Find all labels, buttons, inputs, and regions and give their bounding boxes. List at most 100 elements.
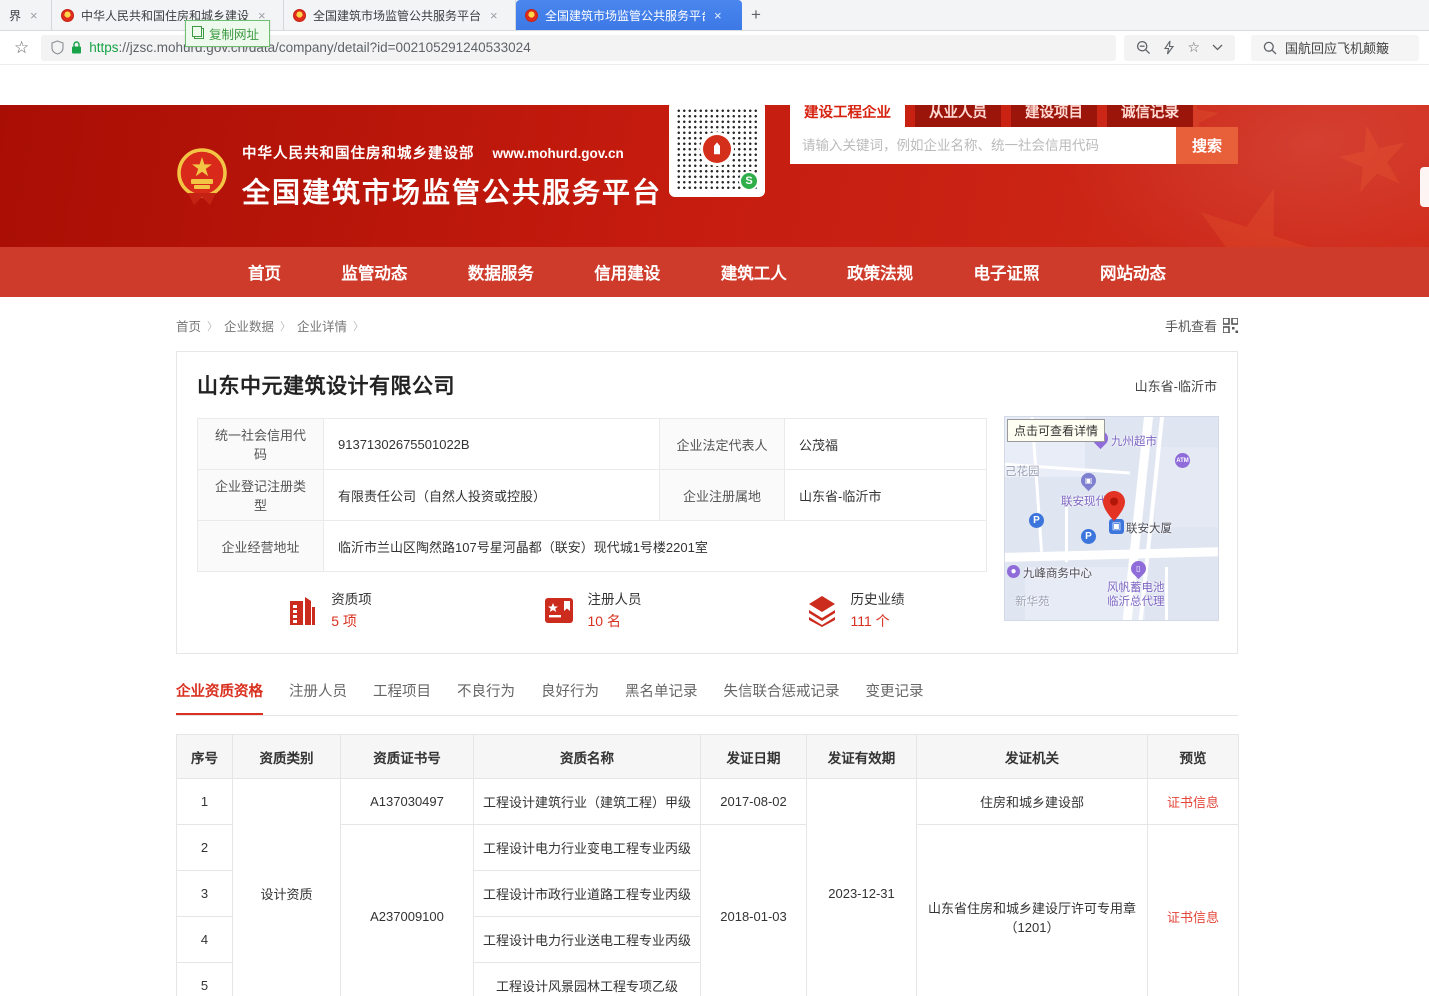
close-icon[interactable]: × bbox=[490, 8, 498, 23]
credit-code-label: 统一社会信用代码 bbox=[198, 419, 324, 470]
col-issue-date: 发证日期 bbox=[701, 735, 807, 779]
breadcrumb-separator: 〉 bbox=[207, 318, 218, 334]
url-scheme: https bbox=[89, 40, 118, 55]
url-text[interactable]: https://jzsc.mohurd.gov.cn/data/company/… bbox=[89, 40, 530, 55]
company-card: 山东中元建筑设计有限公司 山东省-临沂市 统一社会信用代码 9137130267… bbox=[176, 351, 1238, 654]
table-row: 1 设计资质 A137030497 工程设计建筑行业（建筑工程）甲级 2017-… bbox=[177, 779, 1239, 825]
qual-name-cell: 工程设计电力行业送电工程专业丙级 bbox=[474, 917, 701, 963]
search-button[interactable]: 搜索 bbox=[1176, 127, 1238, 164]
qr-code-icon bbox=[1223, 318, 1238, 333]
seq-cell: 1 bbox=[177, 779, 233, 825]
map-label-xinhua: 新华苑 bbox=[1015, 593, 1050, 609]
issue-date-cell: 2018-01-03 bbox=[701, 825, 807, 996]
ministry-name: 中华人民共和国住房和城乡建设部 bbox=[242, 142, 475, 163]
zoom-out-icon[interactable] bbox=[1136, 40, 1151, 55]
tower-poi-icon: ▣ bbox=[1109, 519, 1124, 534]
favorite-star-icon[interactable]: ☆ bbox=[1187, 39, 1200, 56]
browser-tab-partial[interactable]: 界 × bbox=[0, 0, 52, 30]
reg-region-value: 山东省-临沂市 bbox=[785, 470, 987, 521]
stat-value: 10 名 bbox=[588, 611, 642, 631]
col-seq: 序号 bbox=[177, 735, 233, 779]
tab-title: 界 bbox=[9, 7, 21, 24]
qr-code: S bbox=[669, 105, 765, 197]
valid-until-cell: 2023-12-31 bbox=[807, 779, 917, 996]
mobile-view[interactable]: 手机查看 bbox=[1165, 316, 1238, 335]
browser-tab-active[interactable]: 全国建筑市场监管公共服务平台 × bbox=[516, 0, 742, 30]
map-label-garden: 己花园 bbox=[1005, 463, 1040, 479]
search-tab-enterprise[interactable]: 建设工程企业 bbox=[790, 105, 905, 127]
copy-url-tooltip: 复制网址 bbox=[185, 20, 270, 47]
company-region: 山东省-临沂市 bbox=[1135, 370, 1217, 395]
emblem-favicon-icon bbox=[61, 9, 74, 22]
reg-type-label: 企业登记注册类型 bbox=[198, 470, 324, 521]
nav-item-workers[interactable]: 建筑工人 bbox=[721, 260, 787, 284]
flash-icon[interactable] bbox=[1163, 40, 1175, 55]
side-float-widget[interactable] bbox=[1420, 167, 1429, 207]
new-tab-button[interactable]: + bbox=[742, 0, 770, 30]
close-icon[interactable]: × bbox=[30, 8, 38, 23]
tab-good-behavior[interactable]: 良好行为 bbox=[541, 680, 599, 715]
close-icon[interactable]: × bbox=[714, 8, 722, 23]
qual-name-cell: 工程设计风景园林工程专项乙级 bbox=[474, 963, 701, 996]
certificate-icon bbox=[542, 593, 576, 627]
tab-qualifications[interactable]: 企业资质资格 bbox=[176, 680, 263, 715]
map-label-tower: 联安大厦 bbox=[1126, 520, 1172, 536]
cert-no-cell: A237009100 bbox=[341, 825, 474, 996]
stat-value: 5 项 bbox=[331, 611, 372, 631]
nav-item-home[interactable]: 首页 bbox=[248, 260, 281, 284]
company-stats: 资质项 5 项 注册人员 10 名 bbox=[197, 588, 986, 631]
col-category: 资质类别 bbox=[233, 735, 341, 779]
tab-changes[interactable]: 变更记录 bbox=[866, 680, 924, 715]
stat-personnel[interactable]: 注册人员 10 名 bbox=[460, 588, 723, 631]
certificate-info-link[interactable]: 证书信息 bbox=[1167, 795, 1219, 810]
breadcrumb-home[interactable]: 首页 bbox=[176, 316, 201, 335]
search-icon bbox=[1263, 41, 1277, 55]
nav-item-news[interactable]: 网站动态 bbox=[1100, 260, 1166, 284]
chevron-down-icon[interactable] bbox=[1212, 44, 1223, 51]
reg-type-value: 有限责任公司（自然人投资或控股） bbox=[324, 470, 660, 521]
search-tab-personnel[interactable]: 从业人员 bbox=[915, 105, 1001, 127]
quick-search-text: 国航回应飞机颠簸 bbox=[1285, 38, 1389, 57]
building-icon bbox=[285, 593, 319, 627]
search-tab-credit[interactable]: 诚信记录 bbox=[1107, 105, 1193, 127]
browser-quick-search[interactable]: 国航回应飞机颠簸 bbox=[1251, 35, 1419, 61]
map-pin-icon bbox=[1103, 491, 1125, 521]
parking-icon: P bbox=[1081, 529, 1096, 544]
nav-item-data[interactable]: 数据服务 bbox=[468, 260, 534, 284]
bookmark-star-icon[interactable]: ☆ bbox=[14, 38, 29, 58]
stat-qualifications[interactable]: 资质项 5 项 bbox=[197, 588, 460, 631]
wechat-icon: S bbox=[739, 171, 759, 191]
category-cell: 设计资质 bbox=[233, 779, 341, 996]
stat-label: 历史业绩 bbox=[851, 588, 905, 608]
map-road bbox=[1165, 567, 1168, 621]
shield-icon[interactable] bbox=[51, 40, 64, 55]
certificate-info-link[interactable]: 证书信息 bbox=[1167, 910, 1219, 925]
nav-item-credit[interactable]: 信用建设 bbox=[594, 260, 660, 284]
map-label-business-center: 九峰商务中心 bbox=[1023, 565, 1092, 581]
tab-projects[interactable]: 工程项目 bbox=[373, 680, 431, 715]
atm-poi-icon: ATM bbox=[1175, 453, 1190, 468]
breadcrumb-company-data[interactable]: 企业数据 bbox=[224, 316, 274, 335]
stat-performance[interactable]: 历史业绩 111 个 bbox=[723, 588, 986, 631]
breadcrumb-company-detail[interactable]: 企业详情 bbox=[297, 316, 347, 335]
nav-item-license[interactable]: 电子证照 bbox=[974, 260, 1040, 284]
nav-item-supervision[interactable]: 监管动态 bbox=[341, 260, 407, 284]
tab-blacklist[interactable]: 黑名单记录 bbox=[625, 680, 698, 715]
legal-rep-value: 公茂福 bbox=[785, 419, 987, 470]
keyword-search-input[interactable] bbox=[790, 127, 1176, 164]
site-brand: 中华人民共和国住房和城乡建设部www.mohurd.gov.cn 全国建筑市场监… bbox=[242, 142, 662, 211]
nav-item-policy[interactable]: 政策法规 bbox=[847, 260, 913, 284]
col-name: 资质名称 bbox=[474, 735, 701, 779]
qual-name-cell: 工程设计建筑行业（建筑工程）甲级 bbox=[474, 779, 701, 825]
qual-name-cell: 工程设计市政行业道路工程专业丙级 bbox=[474, 871, 701, 917]
main-nav: 首页 监管动态 数据服务 信用建设 建筑工人 政策法规 电子证照 网站动态 bbox=[0, 247, 1429, 297]
tab-registered-personnel[interactable]: 注册人员 bbox=[289, 680, 347, 715]
browser-tab-jzsc[interactable]: 全国建筑市场监管公共服务平台 × bbox=[284, 0, 516, 30]
tab-title: 全国建筑市场监管公共服务平台 bbox=[545, 7, 705, 24]
parking-icon: P bbox=[1029, 513, 1044, 528]
search-tab-project[interactable]: 建设项目 bbox=[1011, 105, 1097, 127]
location-map[interactable]: 点击可查看详情 ● 九州超市 ATM 己花园 ▣ 联安现代城 ▣ 联安大厦 P … bbox=[1004, 416, 1219, 621]
tab-bad-behavior[interactable]: 不良行为 bbox=[457, 680, 515, 715]
site-banner: 中华人民共和国住房和城乡建设部www.mohurd.gov.cn 全国建筑市场监… bbox=[0, 105, 1429, 247]
tab-dishonesty[interactable]: 失信联合惩戒记录 bbox=[724, 680, 840, 715]
